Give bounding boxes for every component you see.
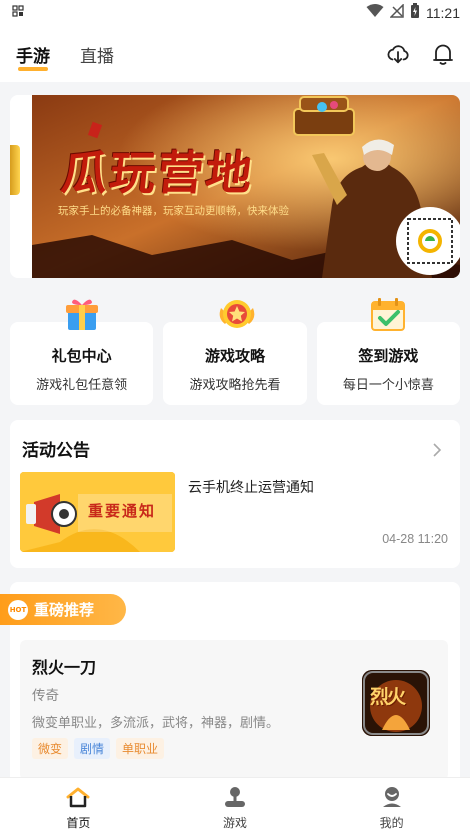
game-tag: 微变	[32, 738, 69, 759]
prev-banner-peek	[10, 145, 20, 195]
entry-desc: 每日一个小惊喜	[342, 378, 434, 393]
nav-label: 游戏	[223, 816, 248, 830]
home-icon	[65, 786, 91, 812]
chevron-right-icon[interactable]	[432, 442, 442, 461]
game-tag: 单职业	[116, 738, 165, 759]
nav-home[interactable]: 首页	[0, 778, 157, 835]
top-header: 手游 直播	[0, 26, 470, 82]
game-card[interactable]: 烈火一刀 传奇 微变单职业，多流派，武将，神器，剧情。 微变 剧情 单职业 烈火	[20, 640, 448, 780]
section-title: 活动公告	[22, 441, 90, 461]
guide-star-icon	[215, 294, 255, 334]
recommend-title: 重磅推荐	[34, 601, 95, 619]
nav-label: 首页	[66, 816, 91, 830]
notice-item-title[interactable]: 云手机终止运营通知	[188, 477, 314, 497]
game-name: 烈火一刀	[32, 658, 97, 677]
recommend-badge: HOT 重磅推荐	[0, 594, 126, 625]
game-logo-text: 烈火	[370, 686, 406, 708]
notice-time: 04-28 11:20	[382, 532, 448, 546]
entry-game-guide[interactable]: 游戏攻略 游戏攻略抢先看	[163, 290, 307, 408]
entry-checkin[interactable]: 签到游戏 每日一个小惊喜	[316, 290, 460, 408]
entry-desc: 游戏礼包任意领	[36, 378, 128, 393]
joystick-icon	[222, 786, 248, 812]
nav-games[interactable]: 游戏	[157, 778, 314, 835]
game-tags: 微变 剧情 单职业	[32, 738, 165, 759]
user-icon	[379, 786, 405, 812]
announcement-card: 活动公告 重要通知 云手机终止运营通知 04-28 11:20	[10, 420, 460, 568]
notice-thumb-text: 重要通知	[88, 502, 157, 520]
recommend-section: HOT 重磅推荐 烈火一刀 传奇 微变单职业，多流派，武将，神器，剧情。 微变 …	[0, 582, 460, 782]
notification-icon	[12, 5, 24, 21]
no-sim-icon	[389, 3, 404, 22]
banner-carousel[interactable]: 瓜玩营地 玩家手上的必备神器，玩家互动更顺畅，快来体验	[10, 95, 460, 278]
tab-mobile-games[interactable]: 手游	[16, 42, 50, 71]
banner-subtitle: 玩家手上的必备神器，玩家互动更顺畅，快来体验	[58, 205, 289, 217]
gift-icon	[62, 294, 102, 334]
notice-thumbnail[interactable]: 重要通知	[20, 472, 175, 552]
entry-title: 礼包中心	[51, 347, 112, 365]
banner-image[interactable]: 瓜玩营地 玩家手上的必备神器，玩家互动更顺畅，快来体验	[32, 95, 460, 278]
battery-icon	[410, 3, 420, 23]
status-time: 11:21	[426, 5, 460, 21]
quick-entries: 礼包中心 游戏礼包任意领 游戏攻略 游戏攻略抢先看 签到游戏 每日一个小惊喜	[10, 290, 460, 408]
wifi-icon	[366, 4, 384, 22]
tab-live[interactable]: 直播	[80, 42, 114, 67]
entry-title: 签到游戏	[358, 347, 419, 365]
game-desc: 微变单职业，多流派，武将，神器，剧情。	[32, 716, 280, 731]
game-genre: 传奇	[32, 688, 59, 704]
entry-gift-center[interactable]: 礼包中心 游戏礼包任意领	[10, 290, 154, 408]
status-bar: 11:21	[0, 0, 470, 26]
nav-profile[interactable]: 我的	[313, 778, 470, 835]
banner-title: 瓜玩营地	[58, 146, 257, 200]
bell-icon[interactable]	[432, 42, 454, 66]
game-tag: 剧情	[74, 738, 111, 759]
hot-icon: HOT	[8, 599, 28, 620]
bottom-navigation: 首页 游戏 我的	[0, 777, 470, 835]
download-icon[interactable]	[386, 42, 410, 66]
nav-label: 我的	[379, 816, 404, 830]
entry-desc: 游戏攻略抢先看	[189, 378, 281, 393]
calendar-check-icon	[368, 294, 408, 334]
entry-title: 游戏攻略	[204, 347, 265, 365]
game-logo[interactable]: 烈火	[362, 670, 430, 736]
